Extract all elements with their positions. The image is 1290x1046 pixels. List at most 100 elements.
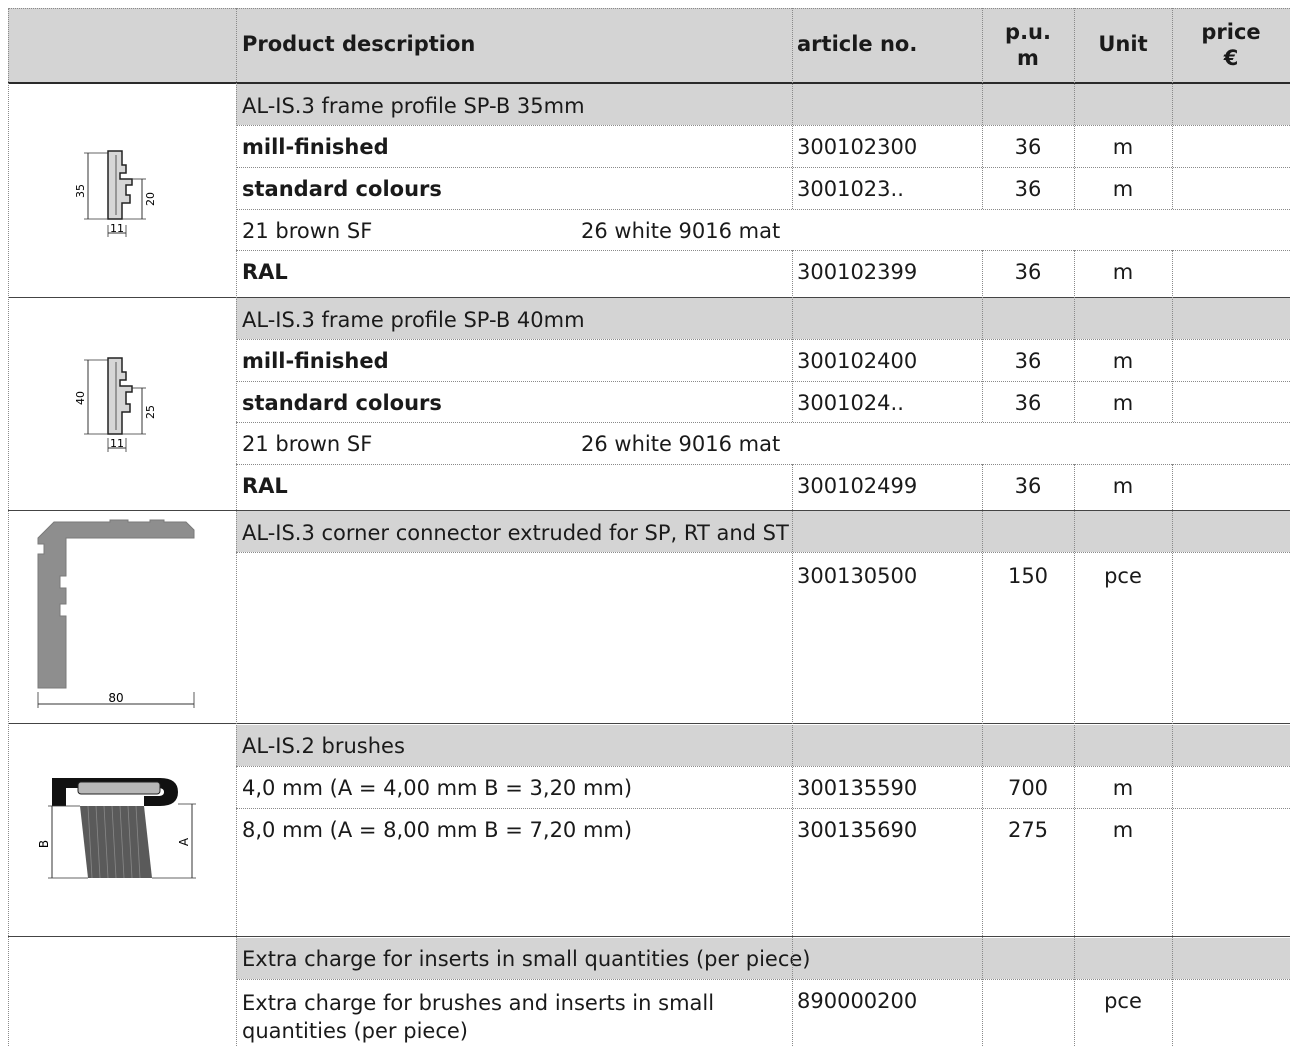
grid-line <box>792 464 793 1046</box>
row-description: mill-finished <box>242 349 389 373</box>
row-description: standard colours <box>242 177 442 201</box>
grid-line <box>982 250 983 422</box>
row-description: mill-finished <box>242 135 389 159</box>
grid-line <box>1074 8 1075 209</box>
dimension-label: 11 <box>110 222 124 235</box>
grid-line <box>1172 464 1173 1046</box>
row-pu: 36 <box>1014 135 1042 159</box>
grid-line <box>8 297 1290 298</box>
header-article-no: article no. <box>797 32 918 56</box>
row-unit: m <box>1112 474 1134 498</box>
section-title: AL-IS.3 corner connector extruded for SP… <box>242 521 789 545</box>
grid-line <box>8 8 9 1046</box>
section-title: AL-IS.2 brushes <box>242 734 405 758</box>
row-unit: m <box>1112 349 1134 373</box>
grid-line <box>8 723 1290 724</box>
row-pu: 36 <box>1014 260 1042 284</box>
grid-line <box>1172 250 1173 422</box>
section-title: Extra charge for inserts in small quanti… <box>242 947 811 971</box>
row-unit: m <box>1112 177 1134 201</box>
grid-line <box>1172 8 1173 209</box>
row-article-no: 3001024.. <box>797 391 904 415</box>
header-unit: Unit <box>1098 32 1148 56</box>
row-article-no: 300135590 <box>797 776 918 800</box>
dimension-label: 20 <box>144 192 157 206</box>
grid-line <box>1074 464 1075 1046</box>
row-pu: 36 <box>1014 177 1042 201</box>
dimension-label: 40 <box>74 391 87 405</box>
grid-line <box>8 936 1290 937</box>
row-unit: pce <box>1104 564 1142 588</box>
corner-connector-drawing: 80 <box>37 519 195 708</box>
row-description: standard colours <box>242 391 442 415</box>
header-rule <box>8 82 1290 84</box>
grid-line <box>236 339 1290 340</box>
row-article-no: 890000200 <box>797 989 918 1013</box>
row-description-line2: quantities (per piece) <box>242 1019 468 1043</box>
grid-line <box>236 766 1290 767</box>
row-pu: 700 <box>1007 776 1049 800</box>
colour-option: 26 white 9016 mat <box>581 219 781 243</box>
row-pu: 36 <box>1014 391 1042 415</box>
header-price-line1: price <box>1201 20 1261 44</box>
row-article-no: 300130500 <box>797 564 918 588</box>
colour-option: 26 white 9016 mat <box>581 432 781 456</box>
row-description: 4,0 mm (A = 4,00 mm B = 3,20 mm) <box>242 776 633 800</box>
dimension-label: A <box>177 837 191 846</box>
section-title: AL-IS.3 frame profile SP-B 35mm <box>242 94 585 118</box>
brush-drawing: B A <box>38 778 196 879</box>
grid-line <box>8 8 1290 9</box>
header-price: price € <box>1172 19 1290 71</box>
grid-line <box>982 464 983 1046</box>
row-unit: m <box>1112 818 1134 842</box>
grid-line <box>792 250 793 422</box>
dimension-label: 35 <box>74 184 87 198</box>
row-unit: m <box>1112 135 1134 159</box>
row-unit: m <box>1112 776 1134 800</box>
row-article-no: 300102400 <box>797 349 918 373</box>
header-product-description: Product description <box>242 32 476 56</box>
row-article-no: 300102499 <box>797 474 918 498</box>
row-description: 8,0 mm (A = 8,00 mm B = 7,20 mm) <box>242 818 633 842</box>
row-description-line1: Extra charge for brushes and inserts in … <box>242 991 715 1015</box>
row-description: RAL <box>242 474 288 498</box>
grid-line <box>236 808 1290 809</box>
colour-option: 21 brown SF <box>242 219 373 243</box>
frame-profile-35mm-drawing: 35 20 11 <box>74 150 157 237</box>
row-article-no: 300102300 <box>797 135 918 159</box>
row-article-no: 300102399 <box>797 260 918 284</box>
row-pu: 150 <box>1007 564 1049 588</box>
grid-line <box>8 510 1290 511</box>
colour-option: 21 brown SF <box>242 432 373 456</box>
grid-line <box>236 381 1290 382</box>
grid-line <box>236 167 1290 168</box>
row-pu: 275 <box>1007 818 1049 842</box>
frame-profile-40mm-drawing: 40 25 11 <box>74 357 157 452</box>
row-unit: pce <box>1104 989 1142 1013</box>
grid-line <box>236 464 1290 465</box>
dimension-label: 11 <box>110 437 124 450</box>
grid-line <box>1074 250 1075 422</box>
grid-line <box>236 209 1290 210</box>
row-article-no: 3001023.. <box>797 177 904 201</box>
grid-line <box>236 552 1290 553</box>
row-pu: 36 <box>1014 349 1042 373</box>
grid-line <box>236 125 1290 126</box>
row-description: Extra charge for brushes and inserts in … <box>242 989 714 1045</box>
dimension-label: B <box>38 840 51 848</box>
row-unit: m <box>1112 260 1134 284</box>
dimension-label: 80 <box>108 691 123 705</box>
grid-line <box>236 8 237 1046</box>
grid-line <box>236 979 1290 980</box>
dimension-label: 25 <box>144 405 157 419</box>
row-description: RAL <box>242 260 288 284</box>
header-pu-line2: m <box>1017 46 1039 70</box>
header-pu-line1: p.u. <box>1005 20 1051 44</box>
grid-line <box>236 422 1290 423</box>
grid-line <box>236 250 1290 251</box>
row-pu: 36 <box>1014 474 1042 498</box>
section-title: AL-IS.3 frame profile SP-B 40mm <box>242 308 585 332</box>
grid-line <box>982 8 983 209</box>
header-price-line2: € <box>1223 46 1239 70</box>
grid-line <box>792 8 793 209</box>
